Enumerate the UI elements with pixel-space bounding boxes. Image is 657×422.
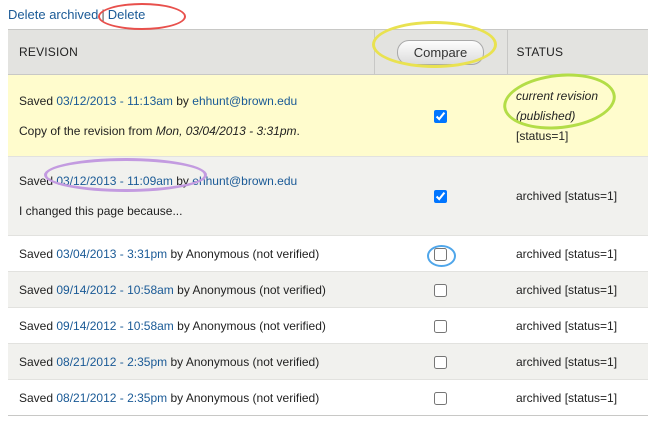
revision-saved-line: Saved 08/21/2012 - 2:35pm by Anonymous (… bbox=[19, 354, 368, 370]
author-name: Anonymous (not verified) bbox=[185, 390, 320, 405]
compare-checkbox[interactable] bbox=[434, 355, 447, 369]
author-name: Anonymous (not verified) bbox=[192, 318, 326, 333]
compare-checkbox[interactable] bbox=[434, 247, 447, 261]
status-cell: archived [status=1] bbox=[507, 379, 648, 416]
status-cell: archived [status=1] bbox=[507, 156, 648, 236]
revision-cell: Saved 09/14/2012 - 10:58am by Anonymous … bbox=[8, 307, 374, 344]
revision-cell: Saved 03/04/2013 - 3:31pm by Anonymous (… bbox=[8, 235, 374, 272]
revision-date-link[interactable]: 09/14/2012 - 10:58am bbox=[56, 319, 173, 333]
by-text: by bbox=[177, 282, 190, 297]
revision-saved-line: Saved 03/12/2013 - 11:09am by ehhunt@bro… bbox=[19, 173, 368, 189]
status-value: archived [status=1] bbox=[516, 282, 618, 297]
link-separator: | bbox=[101, 7, 105, 22]
author-name: Anonymous (not verified) bbox=[185, 246, 320, 261]
by-text: by bbox=[177, 318, 190, 333]
status-cell: current revision (published) [status=1] bbox=[507, 74, 648, 157]
published-label: (published) bbox=[516, 108, 576, 123]
revision-cell: Saved 09/14/2012 - 10:58am by Anonymous … bbox=[8, 271, 374, 308]
table-row: Saved 03/04/2013 - 3:31pm by Anonymous (… bbox=[8, 235, 648, 272]
compare-checkbox[interactable] bbox=[434, 283, 447, 297]
revision-cell: Saved 03/12/2013 - 11:09am by ehhunt@bro… bbox=[8, 156, 374, 236]
compare-cell bbox=[374, 271, 507, 308]
status-cell: archived [status=1] bbox=[507, 343, 648, 380]
revision-date-link[interactable]: 09/14/2012 - 10:58am bbox=[56, 283, 173, 297]
compare-checkbox[interactable] bbox=[434, 391, 447, 405]
status-cell: archived [status=1] bbox=[507, 235, 648, 272]
table-row: Saved 03/12/2013 - 11:13am by ehhunt@bro… bbox=[8, 74, 648, 157]
saved-prefix: Saved bbox=[19, 246, 54, 261]
by-text: by bbox=[176, 174, 189, 188]
status-value: archived [status=1] bbox=[516, 354, 618, 369]
saved-prefix: Saved bbox=[19, 93, 54, 108]
table-row: Saved 03/12/2013 - 11:09am by ehhunt@bro… bbox=[8, 156, 648, 236]
revision-saved-line: Saved 03/04/2013 - 3:31pm by Anonymous (… bbox=[19, 246, 368, 262]
compare-checkbox[interactable] bbox=[434, 190, 447, 204]
bulk-actions: Delete archived | Delete bbox=[8, 6, 145, 24]
author-link[interactable]: ehhunt@brown.edu bbox=[192, 94, 297, 108]
revision-date-link[interactable]: 08/21/2012 - 2:35pm bbox=[56, 391, 167, 405]
revision-date-link[interactable]: 03/12/2013 - 11:13am bbox=[56, 94, 173, 108]
author-link[interactable]: ehhunt@brown.edu bbox=[192, 174, 297, 188]
revision-cell: Saved 08/21/2012 - 2:35pm by Anonymous (… bbox=[8, 379, 374, 416]
compare-cell bbox=[374, 379, 507, 416]
revision-date-link[interactable]: 03/04/2013 - 3:31pm bbox=[56, 247, 167, 261]
status-value: [status=1] bbox=[516, 128, 569, 143]
revision-cell: Saved 08/21/2012 - 2:35pm by Anonymous (… bbox=[8, 343, 374, 380]
by-text: by bbox=[176, 93, 189, 108]
revision-saved-line: Saved 09/14/2012 - 10:58am by Anonymous … bbox=[19, 318, 368, 334]
compare-button[interactable]: Compare bbox=[396, 39, 485, 65]
revisions-table: REVISION Compare STATUS Saved 03/12/2013… bbox=[8, 29, 648, 416]
status-value: archived [status=1] bbox=[516, 390, 618, 405]
delete-archived-link[interactable]: Delete archived bbox=[8, 7, 98, 22]
compare-cell bbox=[374, 343, 507, 380]
log-prefix: Copy of the revision from bbox=[19, 123, 153, 138]
compare-column-header: Compare bbox=[373, 29, 508, 75]
by-text: by bbox=[170, 354, 184, 369]
table-header-row: REVISION Compare STATUS bbox=[8, 29, 648, 75]
revision-cell: Saved 03/12/2013 - 11:13am by ehhunt@bro… bbox=[8, 74, 374, 157]
status-value: archived [status=1] bbox=[516, 246, 618, 261]
log-suffix: . bbox=[296, 123, 300, 138]
compare-cell bbox=[374, 307, 507, 344]
revision-date-link[interactable]: 03/12/2013 - 11:09am bbox=[56, 174, 173, 188]
saved-prefix: Saved bbox=[19, 390, 54, 405]
saved-prefix: Saved bbox=[19, 354, 54, 369]
revision-log-message: Copy of the revision from Mon, 03/04/201… bbox=[19, 123, 368, 139]
current-revision-label: current revision bbox=[516, 88, 599, 103]
revision-saved-line: Saved 08/21/2012 - 2:35pm by Anonymous (… bbox=[19, 390, 368, 406]
compare-checkbox[interactable] bbox=[434, 109, 447, 123]
saved-prefix: Saved bbox=[19, 282, 54, 297]
revision-saved-line: Saved 09/14/2012 - 10:58am by Anonymous … bbox=[19, 282, 368, 298]
status-value: archived [status=1] bbox=[516, 318, 618, 333]
status-column-header: STATUS bbox=[507, 29, 648, 75]
status-cell: archived [status=1] bbox=[507, 271, 648, 308]
compare-checkbox[interactable] bbox=[434, 319, 447, 333]
table-row: Saved 08/21/2012 - 2:35pm by Anonymous (… bbox=[8, 343, 648, 380]
compare-cell bbox=[374, 74, 507, 157]
by-text: by bbox=[170, 246, 184, 261]
revision-date-link[interactable]: 08/21/2012 - 2:35pm bbox=[56, 355, 167, 369]
table-row: Saved 09/14/2012 - 10:58am by Anonymous … bbox=[8, 271, 648, 308]
compare-cell bbox=[374, 156, 507, 236]
table-row: Saved 08/21/2012 - 2:35pm by Anonymous (… bbox=[8, 379, 648, 416]
compare-cell bbox=[374, 235, 507, 272]
delete-link[interactable]: Delete bbox=[108, 7, 146, 22]
author-name: Anonymous (not verified) bbox=[192, 282, 326, 297]
revision-column-header: REVISION bbox=[8, 29, 374, 75]
log-emphasis: Mon, 03/04/2013 - 3:31pm bbox=[155, 123, 297, 138]
by-text: by bbox=[170, 390, 184, 405]
revision-log-message: I changed this page because... bbox=[19, 204, 183, 218]
status-cell: archived [status=1] bbox=[507, 307, 648, 344]
saved-prefix: Saved bbox=[19, 174, 54, 188]
saved-prefix: Saved bbox=[19, 318, 54, 333]
table-row: Saved 09/14/2012 - 10:58am by Anonymous … bbox=[8, 307, 648, 344]
status-value: archived [status=1] bbox=[516, 189, 618, 203]
author-name: Anonymous (not verified) bbox=[185, 354, 320, 369]
revision-saved-line: Saved 03/12/2013 - 11:13am by ehhunt@bro… bbox=[19, 93, 368, 109]
